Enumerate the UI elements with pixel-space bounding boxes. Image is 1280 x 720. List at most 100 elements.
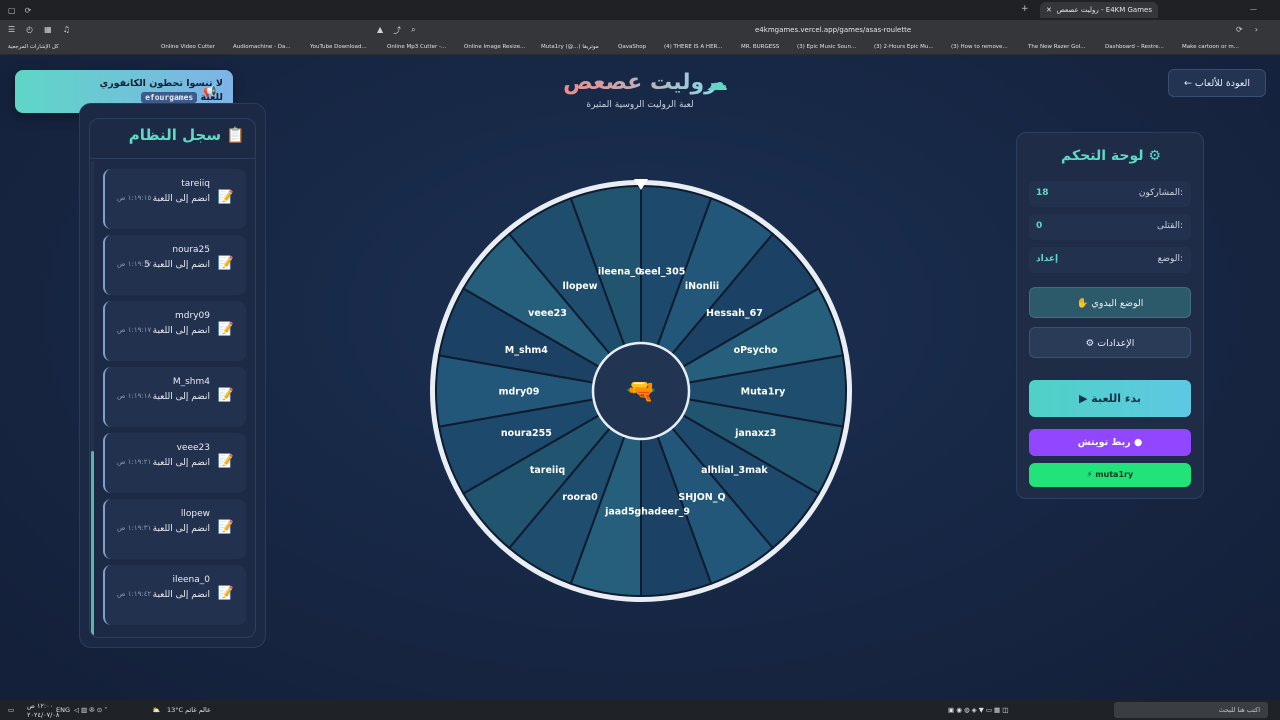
log-entry-name: veee23 <box>176 443 210 453</box>
wheel-player-label: mdry09 <box>499 387 540 398</box>
bookmark-item[interactable]: Audiomachine - Da... <box>233 44 291 50</box>
bookmarks-bar: كل الإشارات المرجعية Online Video Cutter… <box>0 40 1280 55</box>
system-log-title: سجل النظام 📋 <box>90 119 255 159</box>
bookmark-item[interactable]: QavaShop <box>618 44 646 50</box>
taskbar-app-icons[interactable]: ▣ ◉ ◍ ◈ ▼ ▭ ▦ ◫ <box>948 706 1008 714</box>
url-field[interactable]: e4kmgames.vercel.app/games/asas-roulette <box>755 26 911 34</box>
bookmark-item[interactable]: (4) THERE IS A HER... <box>664 44 722 50</box>
log-entry-name: llopew <box>180 509 210 519</box>
log-entry-text: llopew انضم إلى اللعبة <box>134 507 210 537</box>
tray-icons[interactable]: ◁ ▥ ✇ ⊙ ˄ <box>74 706 108 714</box>
memo-icon: 📝 <box>217 454 234 469</box>
settings-button[interactable]: ⚙ الإعدادات <box>1029 327 1191 358</box>
killed-value: 0 <box>1036 221 1043 231</box>
participants-stat: المشاركون: 18 <box>1029 181 1191 207</box>
log-entry-time: ١:١٩:١٨ ص <box>117 392 152 400</box>
log-entry: noura25 5 انضم إلى اللعبة ١:١٩:١٧ ص 📝 <box>103 235 246 295</box>
wheel-player-label: jaad5 <box>604 507 635 518</box>
windows-taskbar: ▭ ١٢:٠٠ ص ٢٠٢٤/٠٧/٠٨ ENG ◁ ▥ ✇ ⊙ ˄ ⛅ 13°… <box>0 700 1280 720</box>
log-scrollbar[interactable] <box>91 161 94 637</box>
log-entry-name: tareiiq <box>181 179 210 189</box>
share-icon[interactable]: ⤴ <box>393 25 401 36</box>
manual-mode-button[interactable]: ✋ الوضع اليدوي <box>1029 287 1191 318</box>
memo-icon: 📝 <box>217 388 234 403</box>
back-to-games-button[interactable]: ← العودة للألعاب <box>1168 69 1266 97</box>
log-entry-text: tareiiq انضم إلى اللعبة <box>134 177 210 207</box>
megaphone-icon: 📢 <box>203 85 217 98</box>
wheel-player-label: alhlial_3mak <box>701 465 768 476</box>
bookmark-item[interactable]: كل الإشارات المرجعية <box>8 44 59 50</box>
memo-icon: 📝 <box>217 256 234 271</box>
bookmark-item[interactable]: Dashboard – Restre... <box>1105 44 1164 50</box>
log-entry-name: mdry09 <box>175 311 210 321</box>
taskbar-search[interactable]: اكتب هنا للبحث <box>1114 702 1268 718</box>
bookmark-item[interactable]: (3) How to remove... <box>951 44 1008 50</box>
log-scrollbar-thumb[interactable] <box>91 451 94 637</box>
bookmark-item[interactable]: Muta1ry (@...) موتريقا <box>541 44 599 50</box>
log-entry-name: noura25 <box>172 245 210 255</box>
clipboard-icon: 📋 <box>226 126 245 144</box>
bookmark-item[interactable]: The New Razer Gol... <box>1028 44 1085 50</box>
killed-stat: القتلى: 0 <box>1029 214 1191 240</box>
clock-date: ٢٠٢٤/٠٧/٠٨ <box>27 711 60 719</box>
notification-icon[interactable]: ▭ <box>8 706 14 714</box>
control-panel: لوحة التحكم ⚙ المشاركون: 18 القتلى: 0 ال… <box>1016 132 1204 499</box>
bookmark-item[interactable]: (3) 2-Hours Epic Mu... <box>874 44 934 50</box>
twitch-user-button[interactable]: ⚡ muta1ry <box>1029 463 1191 487</box>
wheel-player-label: roora0 <box>562 492 598 503</box>
search-icon[interactable]: ⌕ <box>411 25 415 36</box>
clock-time[interactable]: ١٢:٠٠ ص <box>27 702 53 710</box>
bookmark-item[interactable]: Online Mp3 Cutter -... <box>387 44 446 50</box>
forward-icon[interactable]: › <box>1255 25 1258 34</box>
log-entry-time: ١:١٩:١٧ ص <box>117 260 152 268</box>
weather-icon: ⛅ <box>152 706 161 714</box>
killed-label: القتلى: <box>1156 221 1183 231</box>
grid-icon[interactable]: ▦ <box>44 25 52 34</box>
log-entry-name: M_shm4 <box>172 377 210 387</box>
log-entry-time: ١:١٩:١٧ ص <box>117 326 152 334</box>
address-bar-row: ☰ ◴ ▦ ♫ ▲ ⤴ ⌕ e4kmgames.vercel.app/games… <box>0 20 1280 40</box>
connect-twitch-button[interactable]: ربط تويتش ● <box>1029 429 1191 456</box>
weather-widget[interactable]: 13°C عالم غائم <box>167 706 211 714</box>
mode-label: الوضع: <box>1157 254 1183 264</box>
browser-tab-active[interactable]: ✕ روليت عصعص - E4KM Games <box>1040 2 1158 18</box>
wheel-player-label: seel_305 <box>639 266 685 277</box>
bookmark-item[interactable]: Online Image Resize... <box>464 44 525 50</box>
bookmark-item[interactable]: Make cartoon or m... <box>1182 44 1239 50</box>
browser-tabstrip: ▢ ⟳ + ✕ روليت عصعص - E4KM Games — <box>0 0 1280 20</box>
log-entry: tareiiq انضم إلى اللعبة ١:١٩:١٥ ص 📝 <box>103 169 246 229</box>
roulette-wheel[interactable]: seel_305 iNonlii Hessah_67 oPsycho Muta1ry ja… <box>428 178 854 604</box>
close-tab-icon[interactable]: ✕ <box>1046 6 1052 14</box>
wheel-player-label: SHJON_Q <box>678 492 725 503</box>
window-label: — <box>1250 5 1257 13</box>
control-panel-title: لوحة التحكم ⚙ <box>1017 148 1205 164</box>
log-entry-text: mdry09 انضم إلى اللعبة <box>134 309 210 339</box>
window-icon[interactable]: ▢ <box>8 6 16 15</box>
log-entry-text: veee23 انضم إلى اللعبة <box>134 441 210 471</box>
log-entry-name: ileena_0 <box>172 575 210 585</box>
roulette-wheel-svg[interactable]: seel_305iNonlii Hessah_67 oPsycho Muta1ry ja… <box>428 178 854 604</box>
bookmark-item[interactable]: MR. BURGESS <box>741 44 779 50</box>
twitch-icon: ● <box>1133 437 1143 448</box>
shield-icon[interactable]: ▲ <box>377 25 383 36</box>
log-entry-text: M_shm4 انضم إلى اللعبة <box>134 375 210 405</box>
bookmark-item[interactable]: YouTube Download... <box>310 44 367 50</box>
toast-line1: لا تنسوا تحطون الكانفوري <box>99 78 223 89</box>
wheel-player-label: veee23 <box>528 308 567 319</box>
page-subtitle: لعبة الروليت الروسية المثيرة <box>586 100 694 110</box>
wheel-player-label: ileena_0 <box>598 266 642 277</box>
music-icon[interactable]: ♫ <box>63 25 70 34</box>
bookmark-item[interactable]: Online Video Cutter <box>161 44 215 50</box>
bookmark-item[interactable]: (3) Epic Music Soun... <box>797 44 856 50</box>
history-icon[interactable]: ◴ <box>26 25 33 34</box>
menu-icon[interactable]: ☰ <box>8 25 15 34</box>
wheel-player-label: tareiiq <box>530 465 565 476</box>
language-indicator[interactable]: ENG <box>56 706 70 714</box>
sync-icon[interactable]: ⟳ <box>25 6 32 15</box>
wheel-player-label: M_shm4 <box>505 345 549 356</box>
start-game-button[interactable]: ▶ بدء اللعبة <box>1029 380 1191 417</box>
reload-icon[interactable]: ⟳ <box>1236 25 1243 34</box>
new-tab-icon[interactable]: + <box>1021 4 1029 14</box>
gear-icon: ⚙ <box>1148 148 1161 164</box>
system-log-list[interactable]: سجل النظام 📋 tareiiq انضم إلى اللعبة ١:١٩:… <box>89 118 256 638</box>
